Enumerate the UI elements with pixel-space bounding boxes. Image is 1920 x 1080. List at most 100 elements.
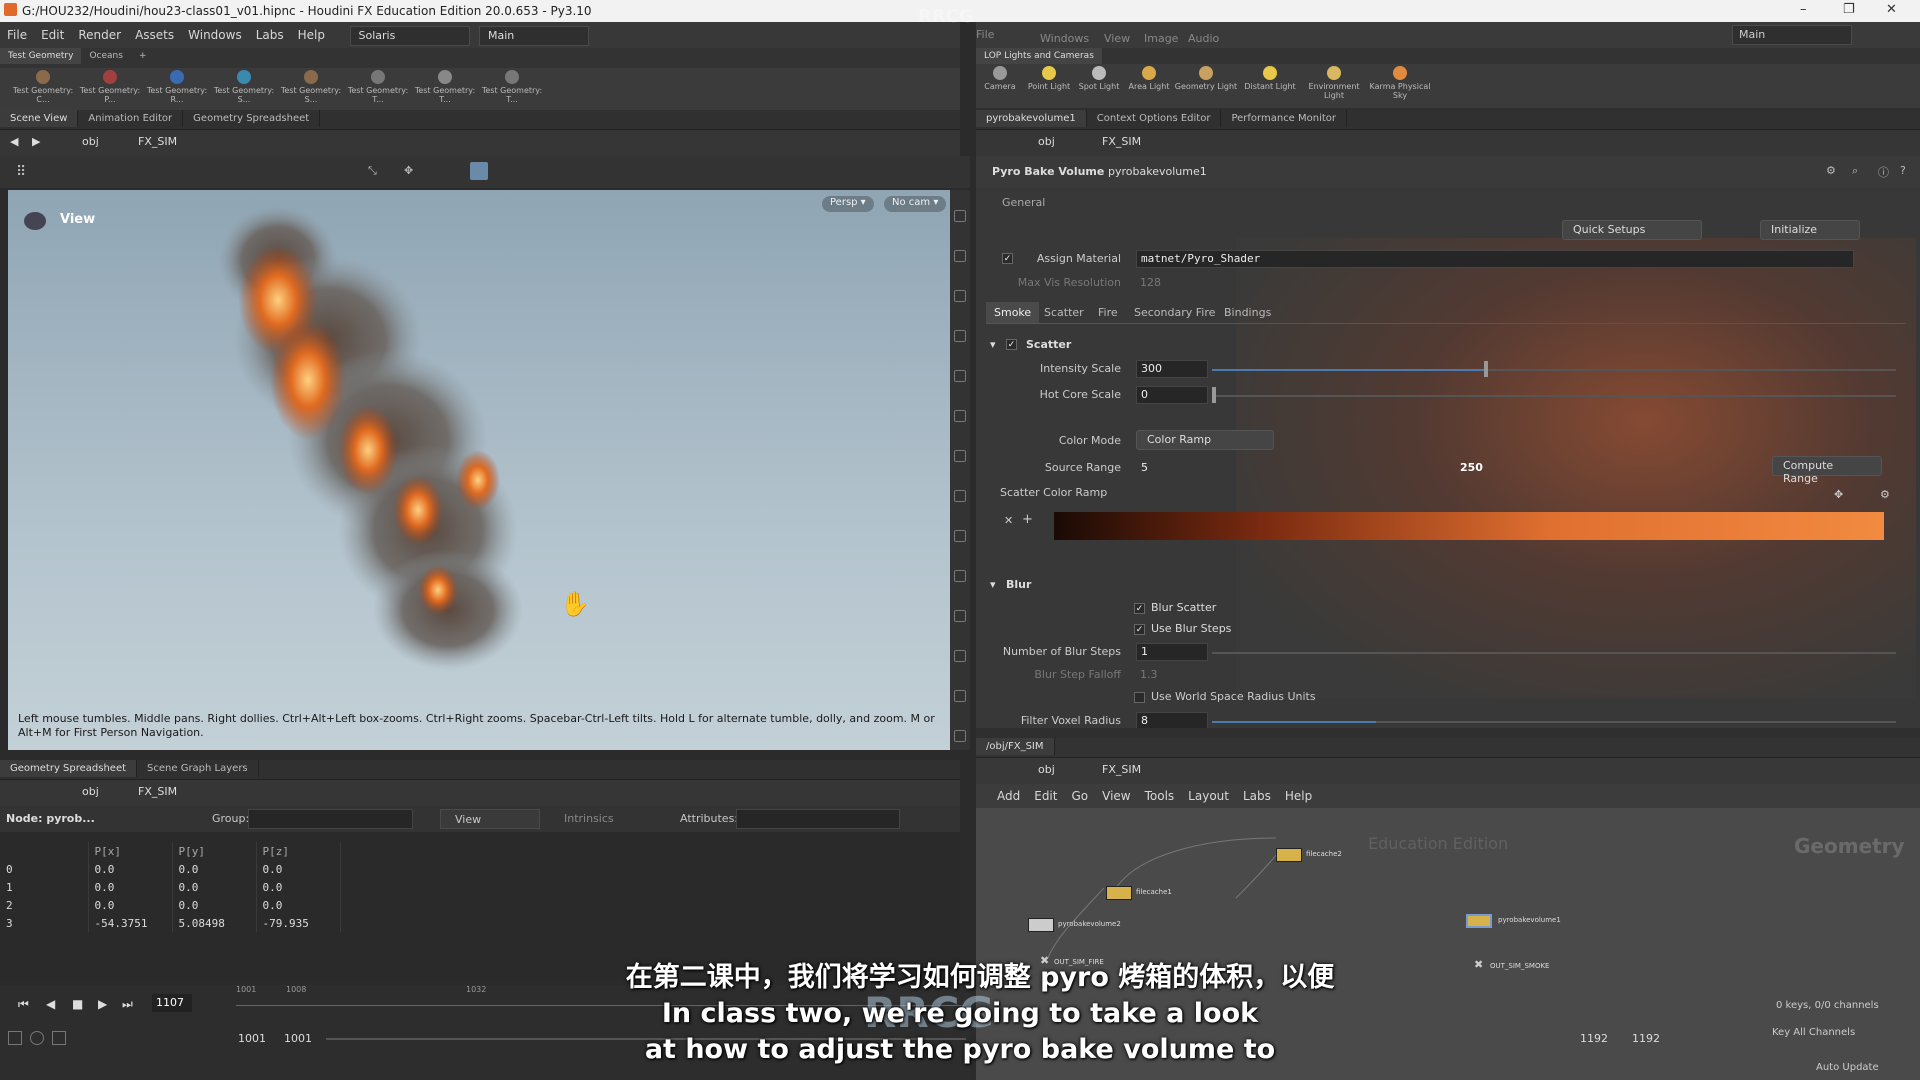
tab-performance-monitor[interactable]: Performance Monitor [1221, 110, 1348, 127]
initialize-dropdown[interactable]: Initialize [1760, 220, 1860, 240]
intensity-slider-handle[interactable] [1483, 361, 1488, 377]
shelf-tool[interactable]: Test Geometry: T... [347, 70, 409, 104]
shelf-tool-camera[interactable]: Camera [976, 66, 1024, 91]
display-option-icon[interactable] [954, 330, 966, 342]
max-vis-field[interactable]: 128 [1140, 276, 1161, 289]
node-filecache2[interactable] [1276, 848, 1302, 862]
source-range-max-field[interactable]: 250 [1460, 461, 1483, 474]
table-row[interactable]: 2 0.0 0.0 0.0 [0, 896, 341, 914]
shelf-tool[interactable]: Test Geometry: R... [146, 70, 208, 104]
path-node[interactable]: FX_SIM [138, 785, 177, 798]
tab-bindings[interactable]: Bindings [1216, 302, 1279, 323]
table-row[interactable]: 0 0.0 0.0 0.0 [0, 860, 341, 878]
display-option-icon[interactable] [954, 370, 966, 382]
path-obj[interactable]: obj [1038, 135, 1055, 148]
context-dropdown[interactable]: Main [479, 26, 589, 46]
shelf-tool-environment-light[interactable]: Environment Light [1302, 66, 1366, 100]
shelf-tab-test-geometry[interactable]: Test Geometry [0, 48, 82, 64]
scatter-enable-checkbox[interactable]: ✓ [1006, 337, 1023, 350]
shelf-tool[interactable]: Test Geometry: C... [12, 70, 74, 104]
menu-assets[interactable]: Assets [128, 22, 181, 48]
display-option-icon[interactable] [954, 450, 966, 462]
menu-image[interactable]: Image [1144, 32, 1178, 45]
compute-range-button[interactable]: Compute Range [1772, 456, 1882, 485]
column-header[interactable]: P[x] [88, 842, 173, 860]
blur-steps-field[interactable]: 1 [1136, 643, 1208, 661]
path-obj[interactable]: obj [82, 785, 99, 798]
display-option-icon[interactable] [954, 730, 966, 742]
hot-core-scale-slider[interactable] [1212, 395, 1896, 397]
blur-falloff-field[interactable]: 1.3 [1140, 668, 1158, 681]
display-option-icon[interactable] [954, 530, 966, 542]
intensity-scale-slider[interactable] [1212, 369, 1896, 371]
hot-core-slider-handle[interactable] [1212, 387, 1216, 403]
shelf-tool-spot-light[interactable]: Spot Light [1074, 66, 1124, 91]
camera-dropdown[interactable]: No cam ▾ [884, 196, 947, 212]
source-range-min-field[interactable]: 5 [1136, 459, 1476, 477]
tab-smoke[interactable]: Smoke [986, 302, 1040, 323]
minimize-button[interactable]: – [1800, 2, 1807, 17]
world-space-checkbox[interactable]: Use World Space Radius Units [1134, 690, 1316, 703]
menu-labs[interactable]: Labs [249, 22, 291, 48]
shelf-tool-point-light[interactable]: Point Light [1024, 66, 1074, 91]
tab-secondary-fire[interactable]: Secondary Fire [1126, 302, 1223, 323]
shelf-tool-karma-sky[interactable]: Karma Physical Sky [1366, 66, 1434, 100]
blur-steps-slider[interactable] [1212, 652, 1896, 654]
select-tool-icon[interactable]: ⤡ [368, 164, 377, 178]
node-pyrobakevolume2[interactable] [1028, 918, 1054, 932]
tab-pyrobakevolume[interactable]: pyrobakevolume1 [976, 110, 1087, 127]
attributes-input[interactable] [736, 809, 900, 829]
tab-geometry-spreadsheet[interactable]: Geometry Spreadsheet [183, 110, 321, 127]
intensity-scale-field[interactable]: 300 [1136, 360, 1208, 378]
shelf-tool[interactable]: Test Geometry: S... [280, 70, 342, 104]
blur-collapse-icon[interactable]: ▾ [990, 578, 996, 591]
column-header[interactable] [0, 842, 89, 860]
use-blur-steps-checkbox[interactable]: ✓ Use Blur Steps [1134, 622, 1231, 635]
display-option-icon[interactable] [954, 250, 966, 262]
menu-file[interactable]: File [0, 22, 34, 48]
table-row[interactable]: 1 0.0 0.0 0.0 [0, 878, 341, 896]
move-tool-icon[interactable]: ✥ [404, 164, 413, 177]
filter-voxel-radius-slider[interactable] [1212, 721, 1896, 723]
scatter-collapse-icon[interactable]: ▾ [990, 338, 996, 351]
shelf-tool[interactable]: Test Geometry: P... [79, 70, 141, 104]
tab-animation-editor[interactable]: Animation Editor [78, 110, 184, 127]
path-node[interactable]: FX_SIM [1102, 135, 1141, 148]
info-icon[interactable]: ⓘ [1878, 164, 1889, 180]
shelf-tool-geometry-light[interactable]: Geometry Light [1174, 66, 1238, 91]
tab-fire[interactable]: Fire [1090, 302, 1126, 323]
path-node[interactable]: FX_SIM [138, 135, 177, 148]
table-row[interactable]: 3 -54.3751 5.08498 -79.935 [0, 914, 341, 932]
ramp-move-icon[interactable]: ✥ [1834, 488, 1843, 501]
display-option-icon[interactable] [954, 210, 966, 222]
display-option-icon[interactable] [954, 650, 966, 662]
display-option-icon[interactable] [954, 610, 966, 622]
gear-icon[interactable]: ⚙ [1880, 488, 1890, 501]
ramp-remove-key-button[interactable]: ✕ [1004, 514, 1013, 527]
scene-viewport[interactable]: View Persp ▾ No cam ▾ ✋ Left mouse tumbl… [8, 190, 950, 750]
menu-windows[interactable]: Windows [1040, 32, 1089, 45]
view-dropdown[interactable]: View [440, 809, 540, 829]
path-obj[interactable]: obj [82, 135, 99, 148]
shelf-tab-lights[interactable]: LOP Lights and Cameras [976, 48, 1102, 64]
display-option-icon[interactable] [954, 490, 966, 502]
back-arrow-icon[interactable]: ◀ [10, 135, 18, 148]
shelf-tool-distant-light[interactable]: Distant Light [1238, 66, 1302, 91]
shelf-tool[interactable]: Test Geometry: T... [481, 70, 543, 104]
shelf-tool-area-light[interactable]: Area Light [1124, 66, 1174, 91]
menu-edit[interactable]: Edit [34, 22, 71, 48]
display-option-icon[interactable] [954, 290, 966, 302]
group-input[interactable] [248, 809, 413, 829]
search-icon[interactable]: ⌕ [1852, 164, 1858, 178]
menu-audio[interactable]: Audio [1188, 32, 1219, 45]
tab-geometry-spreadsheet[interactable]: Geometry Spreadsheet [0, 760, 138, 777]
desktop-dropdown[interactable]: Solaris [349, 26, 470, 46]
menu-windows[interactable]: Windows [181, 22, 249, 48]
quick-setups-dropdown[interactable]: Quick Setups [1562, 220, 1702, 240]
color-mode-dropdown[interactable]: Color Ramp [1136, 430, 1274, 450]
add-shelf-tab-button[interactable]: + [131, 48, 155, 64]
assign-material-field[interactable]: matnet/Pyro_Shader [1136, 250, 1854, 268]
tab-context-options[interactable]: Context Options Editor [1087, 110, 1222, 127]
node-pyrobakevolume1[interactable] [1466, 914, 1492, 928]
tab-scatter[interactable]: Scatter [1036, 302, 1092, 323]
